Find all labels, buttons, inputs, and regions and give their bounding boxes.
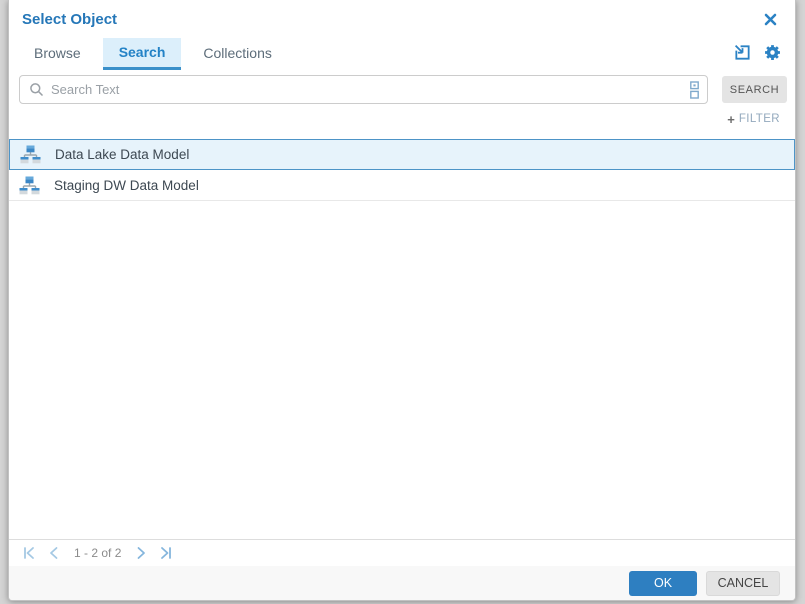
- dialog-footer: OK CANCEL: [9, 566, 795, 600]
- pagination-bar: 1 - 2 of 2: [9, 539, 795, 566]
- tab-browse[interactable]: Browse: [18, 38, 97, 70]
- list-item-label: Data Lake Data Model: [55, 147, 190, 162]
- list-item[interactable]: Data Lake Data Model: [9, 139, 795, 170]
- add-filter-link[interactable]: + FILTER: [727, 113, 780, 126]
- close-icon[interactable]: [763, 12, 777, 26]
- ok-button[interactable]: OK: [629, 570, 697, 596]
- dialog-title: Select Object: [22, 11, 118, 28]
- search-row: SEARCH: [9, 70, 795, 106]
- first-page-icon[interactable]: [22, 546, 36, 560]
- tab-bar: Browse Search Collections: [9, 38, 795, 70]
- filter-label: FILTER: [738, 113, 780, 125]
- tab-search[interactable]: Search: [102, 38, 182, 70]
- import-arrow-icon[interactable]: [734, 44, 751, 61]
- plus-icon: +: [727, 111, 735, 127]
- select-object-dialog: Select Object Browse Search Collections: [8, 0, 796, 601]
- search-results-list: Data Lake Data Model Staging DW Data Mod…: [9, 132, 795, 539]
- search-icon: [29, 82, 44, 97]
- data-model-icon: [19, 176, 40, 195]
- structured-search-icon[interactable]: [689, 80, 700, 99]
- next-page-icon[interactable]: [134, 546, 148, 560]
- dialog-header: Select Object: [9, 0, 795, 38]
- data-model-icon: [20, 145, 41, 164]
- search-box[interactable]: [19, 75, 708, 104]
- list-item[interactable]: Staging DW Data Model: [9, 170, 795, 201]
- tab-collections[interactable]: Collections: [187, 38, 287, 70]
- gear-icon[interactable]: [764, 44, 781, 61]
- search-button[interactable]: SEARCH: [722, 76, 787, 103]
- cancel-button[interactable]: CANCEL: [706, 570, 780, 596]
- list-item-label: Staging DW Data Model: [54, 177, 199, 193]
- pagination-range-label: 1 - 2 of 2: [74, 546, 122, 560]
- filter-row: + FILTER: [9, 106, 795, 132]
- last-page-icon[interactable]: [159, 546, 173, 560]
- previous-page-icon[interactable]: [47, 546, 61, 560]
- search-input[interactable]: [51, 82, 689, 97]
- tab-bar-actions: [734, 44, 781, 61]
